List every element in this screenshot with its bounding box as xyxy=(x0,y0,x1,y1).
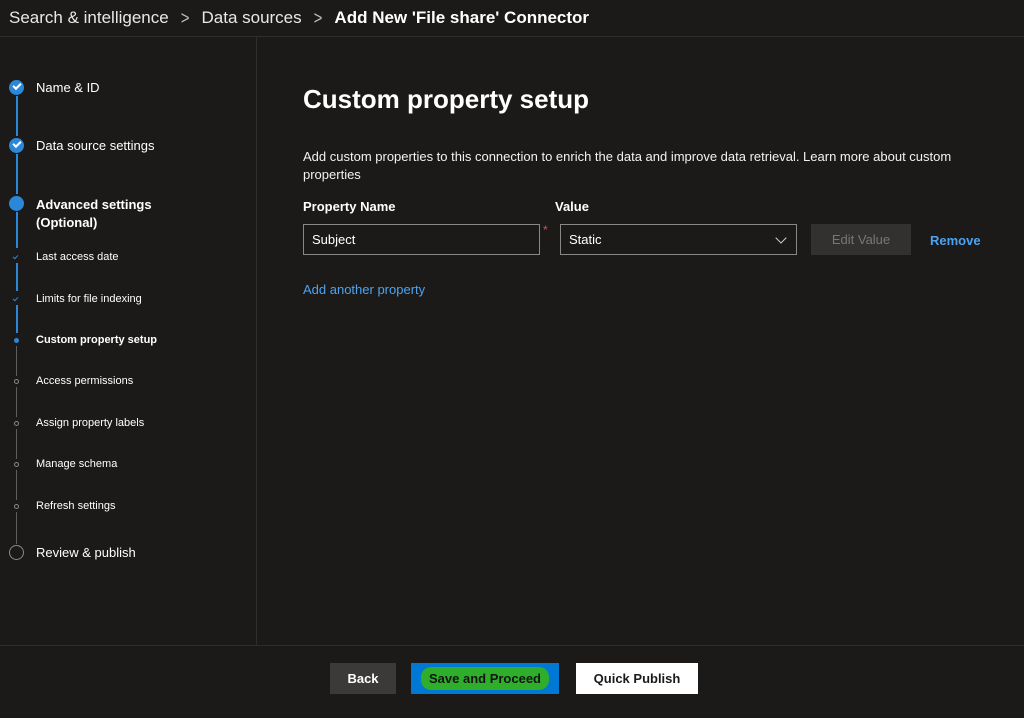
step-connector xyxy=(16,154,18,194)
chevron-down-icon xyxy=(775,232,787,244)
page-title: Custom property setup xyxy=(303,84,590,114)
check-circle-icon xyxy=(9,80,24,95)
wizard-steps-nav: Name & ID Data source settings Advanced … xyxy=(0,37,257,645)
breadcrumb-search-intelligence[interactable]: Search & intelligence xyxy=(9,8,169,28)
empty-circle-icon xyxy=(9,545,24,560)
step-connector xyxy=(16,346,17,376)
chevron-right-icon: > xyxy=(180,7,190,29)
step-advanced-settings-label: Advanced settings xyxy=(36,197,152,212)
value-type-dropdown[interactable]: Static xyxy=(560,224,797,255)
add-another-property-link[interactable]: Add another property xyxy=(303,282,425,297)
step-connector xyxy=(16,305,18,333)
current-substep-dot-icon xyxy=(14,338,19,343)
substep-dot-icon xyxy=(14,462,19,467)
substep-dot-icon xyxy=(14,504,19,509)
step-name-id[interactable]: Name & ID xyxy=(36,80,100,95)
substep-last-access-date[interactable]: Last access date xyxy=(36,251,119,263)
quick-publish-button[interactable]: Quick Publish xyxy=(576,663,698,694)
required-asterisk: * xyxy=(543,223,548,237)
save-and-proceed-label: Save and Proceed xyxy=(421,667,549,690)
step-connector xyxy=(16,470,17,500)
step-advanced-settings[interactable]: Advanced settings (Optional) xyxy=(36,196,152,232)
check-icon xyxy=(12,295,19,302)
step-connector xyxy=(16,429,17,459)
step-data-source-settings[interactable]: Data source settings xyxy=(36,138,155,153)
current-step-circle-icon xyxy=(9,196,24,211)
back-button[interactable]: Back xyxy=(330,663,396,694)
step-review-publish[interactable]: Review & publish xyxy=(36,545,136,560)
property-name-label: Property Name xyxy=(303,199,396,214)
check-icon xyxy=(12,253,19,260)
breadcrumb-data-sources[interactable]: Data sources xyxy=(201,8,301,28)
step-connector xyxy=(16,512,17,544)
value-label: Value xyxy=(555,199,589,214)
footer-actions: Back Save and Proceed Quick Publish xyxy=(0,645,1024,718)
substep-dot-icon xyxy=(14,379,19,384)
save-and-proceed-button[interactable]: Save and Proceed xyxy=(411,663,559,694)
breadcrumb-current: Add New 'File share' Connector xyxy=(334,8,590,27)
step-advanced-settings-optional: (Optional) xyxy=(36,215,98,230)
remove-link[interactable]: Remove xyxy=(930,233,981,248)
substep-manage-schema[interactable]: Manage schema xyxy=(36,458,117,470)
value-type-selected: Static xyxy=(569,232,602,247)
chevron-right-icon: > xyxy=(313,7,323,29)
substep-custom-property-setup[interactable]: Custom property setup xyxy=(36,334,157,346)
step-connector xyxy=(16,263,18,291)
substep-refresh-settings[interactable]: Refresh settings xyxy=(36,500,115,512)
substep-dot-icon xyxy=(14,421,19,426)
step-connector xyxy=(16,387,17,417)
step-connector xyxy=(16,212,18,248)
breadcrumb: Search & intelligence > Data sources > A… xyxy=(0,0,1024,37)
property-name-input[interactable] xyxy=(303,224,540,255)
substep-limits-file-indexing[interactable]: Limits for file indexing xyxy=(36,293,142,305)
edit-value-button[interactable]: Edit Value xyxy=(811,224,911,255)
check-circle-icon xyxy=(9,138,24,153)
substep-access-permissions[interactable]: Access permissions xyxy=(36,375,133,387)
page-description: Add custom properties to this connection… xyxy=(303,149,952,182)
step-connector xyxy=(16,96,18,136)
substep-assign-property-labels[interactable]: Assign property labels xyxy=(36,417,144,429)
